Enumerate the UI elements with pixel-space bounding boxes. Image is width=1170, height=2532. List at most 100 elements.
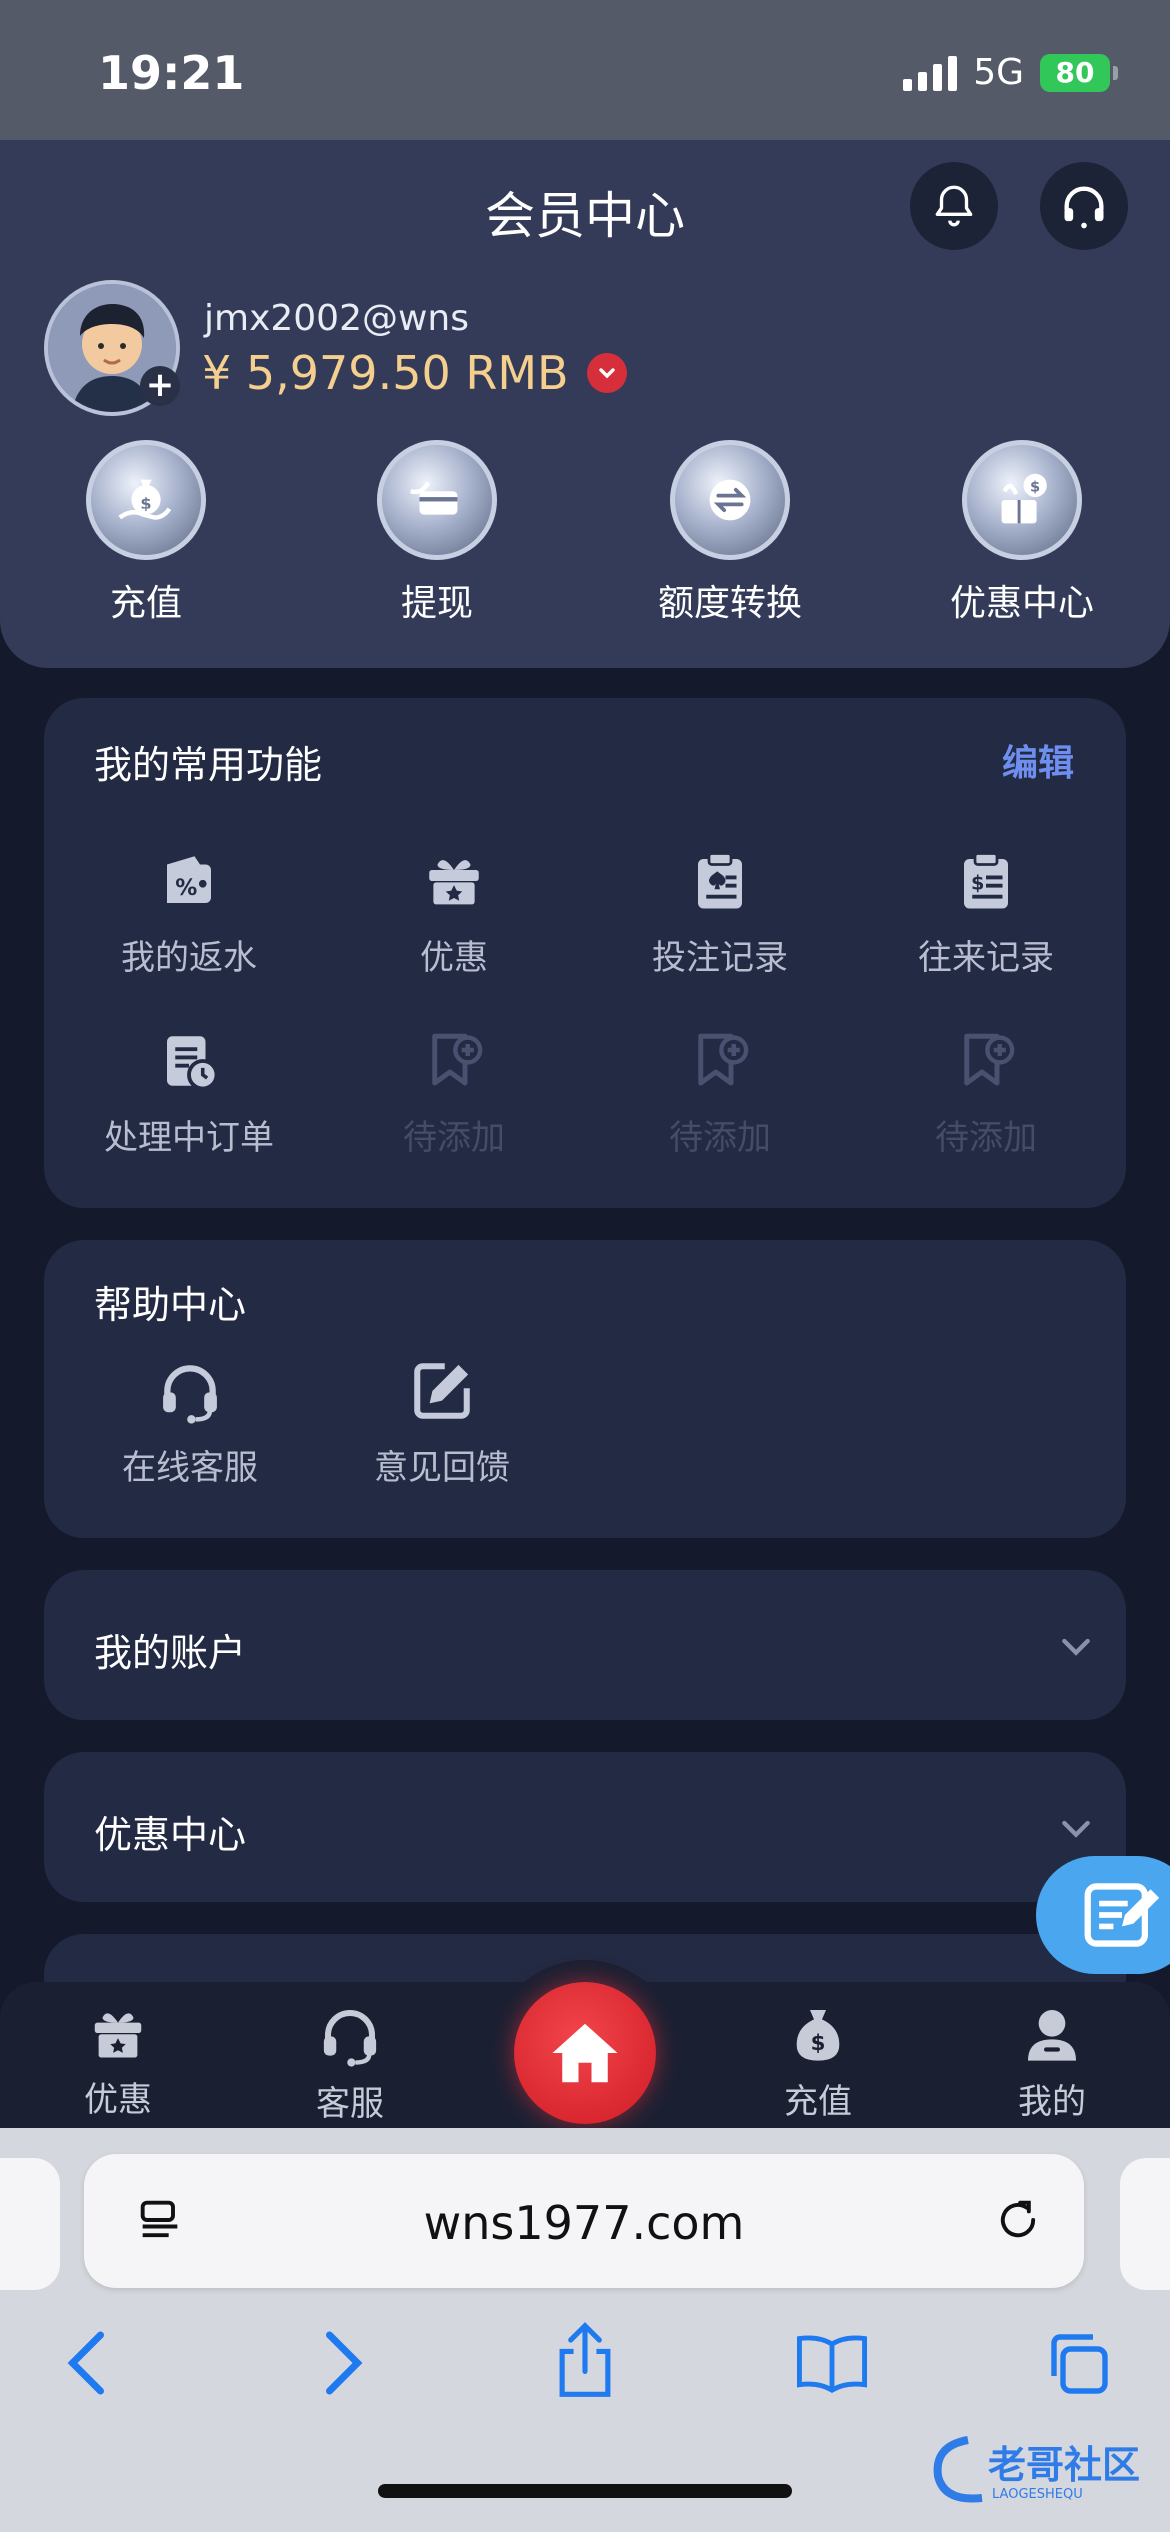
clipboard-dollar-icon: $ [964, 852, 1008, 909]
watermark-logo: 老哥社区 LAOGESHEQU [928, 2430, 1158, 2510]
battery-level: 80 [1055, 56, 1095, 89]
tab-label: 我的 [1018, 2082, 1086, 2122]
function-promotion[interactable]: 优惠 [334, 846, 574, 979]
previous-tab-peek[interactable] [0, 2158, 60, 2290]
tab-label: 客服 [316, 2084, 384, 2124]
username: jmx2002@wns [204, 298, 470, 339]
edit-square-icon [414, 1363, 470, 1419]
function-empty-slot[interactable]: 待添加 [600, 1026, 840, 1159]
function-label: 待添加 [935, 1118, 1037, 1158]
quick-action-label: 额度转换 [657, 583, 802, 624]
money-bag-hand-icon: $ [118, 479, 172, 520]
function-pending-orders[interactable]: 处理中订单 [69, 1026, 309, 1159]
function-label: 优惠 [420, 938, 488, 978]
headset-icon [323, 2009, 377, 2067]
user-icon [1028, 2010, 1076, 2061]
chevron-down-icon [598, 368, 615, 379]
function-rebate[interactable]: % 我的返水 [69, 846, 309, 979]
help-center-card: 帮助中心 在线客服 意见回馈 [44, 1240, 1126, 1538]
my-account-section[interactable]: 我的账户 [44, 1570, 1126, 1720]
money-bag-icon: $ [796, 2010, 840, 2061]
function-bet-records[interactable]: 投注记录 [600, 846, 840, 979]
chevron-down-icon [1062, 1820, 1090, 1838]
address-bar[interactable]: wns1977.com [84, 2154, 1084, 2288]
svg-text:$: $ [811, 2031, 826, 2056]
function-transaction-records[interactable]: $ 往来记录 [866, 846, 1106, 979]
home-icon [552, 2023, 618, 2083]
gift-coin-icon: $ [1001, 473, 1047, 524]
wallet-percent-icon: % [167, 856, 211, 903]
common-functions-card: 我的常用功能 编辑 % 我的返水 优惠 投注记录 $ 往来记录 处理中订单 待添… [44, 698, 1126, 1208]
function-label: 待添加 [669, 1118, 771, 1158]
tab-deposit[interactable]: $ 充值 [728, 2002, 908, 2123]
url-text: wns1977.com [423, 2196, 745, 2250]
feedback-fab[interactable] [1036, 1856, 1170, 1974]
quick-action-deposit[interactable]: $ 充值 [36, 440, 256, 626]
customer-service-button[interactable] [1040, 162, 1128, 250]
headset-icon [163, 1365, 217, 1424]
quick-action-withdraw[interactable]: 提现 [327, 440, 547, 626]
headset-icon [1064, 186, 1104, 229]
battery-icon: 80 [1040, 53, 1118, 92]
bell-icon [935, 185, 973, 227]
member-header: 会员中心 + jmx2002@wns ¥ 5,979.50 RMB $ 充值 提… [0, 140, 1170, 668]
status-indicators: 5G 80 [903, 52, 1118, 93]
quick-action-label: 充值 [109, 583, 182, 624]
help-feedback[interactable]: 意见回馈 [342, 1356, 542, 1489]
network-type: 5G [973, 52, 1024, 93]
card-hand-icon [410, 481, 458, 515]
svg-text:$: $ [971, 871, 984, 894]
svg-text:%: % [175, 876, 197, 901]
add-avatar-button[interactable]: + [140, 366, 180, 406]
transfer-icon [709, 479, 751, 521]
function-label: 待添加 [403, 1118, 505, 1158]
share-icon[interactable] [550, 2320, 620, 2400]
bookmark-plus-icon [964, 1033, 1015, 1086]
function-empty-slot[interactable]: 待添加 [866, 1026, 1106, 1159]
bookmark-plus-icon [698, 1033, 749, 1086]
balance-row: ¥ 5,979.50 RMB [202, 346, 627, 400]
signal-icon [903, 55, 958, 91]
watermark-subtext: LAOGESHEQU [992, 2487, 1083, 2502]
notification-button[interactable] [910, 162, 998, 250]
promo-center-section[interactable]: 优惠中心 [44, 1752, 1126, 1902]
tabs-icon[interactable] [1042, 2328, 1114, 2400]
function-label: 投注记录 [652, 938, 788, 978]
back-icon[interactable] [62, 2328, 118, 2398]
next-tab-peek[interactable] [1120, 2158, 1170, 2290]
chevron-down-icon [1062, 1638, 1090, 1656]
tab-mine[interactable]: 我的 [962, 2002, 1142, 2123]
gift-star-icon [429, 860, 479, 905]
watermark-text: 老哥社区 [988, 2443, 1140, 2487]
edit-button[interactable]: 编辑 [1002, 734, 1074, 786]
balance-dropdown-button[interactable] [586, 353, 627, 393]
quick-action-promotions[interactable]: $ 优惠中心 [912, 440, 1132, 626]
function-empty-slot[interactable]: 待添加 [334, 1026, 574, 1159]
tab-label: 优惠 [84, 2080, 152, 2120]
balance-amount: ¥ 5,979.50 RMB [202, 346, 569, 400]
help-online-service[interactable]: 在线客服 [90, 1356, 290, 1489]
home-indicator[interactable] [378, 2484, 792, 2498]
function-label: 处理中订单 [104, 1118, 274, 1158]
forward-icon[interactable] [312, 2328, 368, 2398]
help-label: 在线客服 [122, 1448, 258, 1488]
home-button[interactable] [514, 1982, 656, 2124]
quick-action-label: 优惠中心 [949, 583, 1094, 624]
tab-promotions[interactable]: 优惠 [28, 2002, 208, 2121]
gift-icon [94, 2013, 142, 2058]
section-title: 我的账户 [94, 1631, 247, 1675]
section-title: 优惠中心 [94, 1813, 247, 1857]
tab-service[interactable]: 客服 [260, 2002, 440, 2125]
bookmarks-icon[interactable] [794, 2328, 870, 2398]
function-label: 我的返水 [121, 938, 257, 978]
tab-label: 充值 [784, 2082, 852, 2122]
svg-text:$: $ [1030, 478, 1040, 495]
document-clock-icon [167, 1036, 219, 1091]
status-time: 19:21 [98, 46, 245, 100]
status-bar: 19:21 5G 80 [0, 0, 1170, 140]
reload-icon[interactable] [992, 2194, 1044, 2246]
quick-action-label: 提现 [400, 583, 473, 624]
quick-action-transfer[interactable]: 额度转换 [620, 440, 840, 626]
edit-note-icon [1084, 1883, 1160, 1947]
card-title: 我的常用功能 [94, 743, 323, 787]
